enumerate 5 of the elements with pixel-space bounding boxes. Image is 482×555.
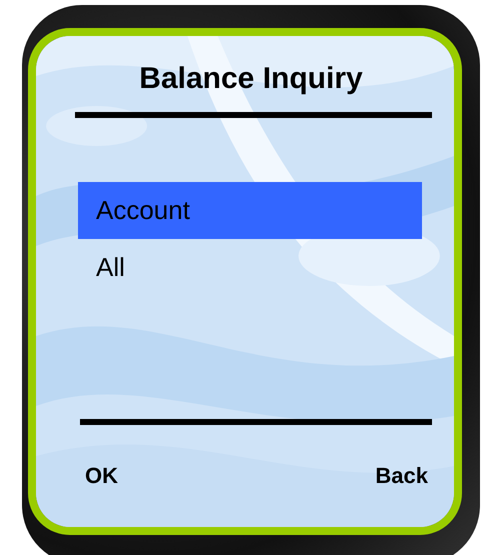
menu-item[interactable]: All [78,239,422,296]
softkey[interactable]: OK [85,463,118,489]
softkey[interactable]: Back [375,463,428,489]
menu-item[interactable]: Account [78,182,422,239]
screen-title: Balance Inquiry [138,61,364,96]
